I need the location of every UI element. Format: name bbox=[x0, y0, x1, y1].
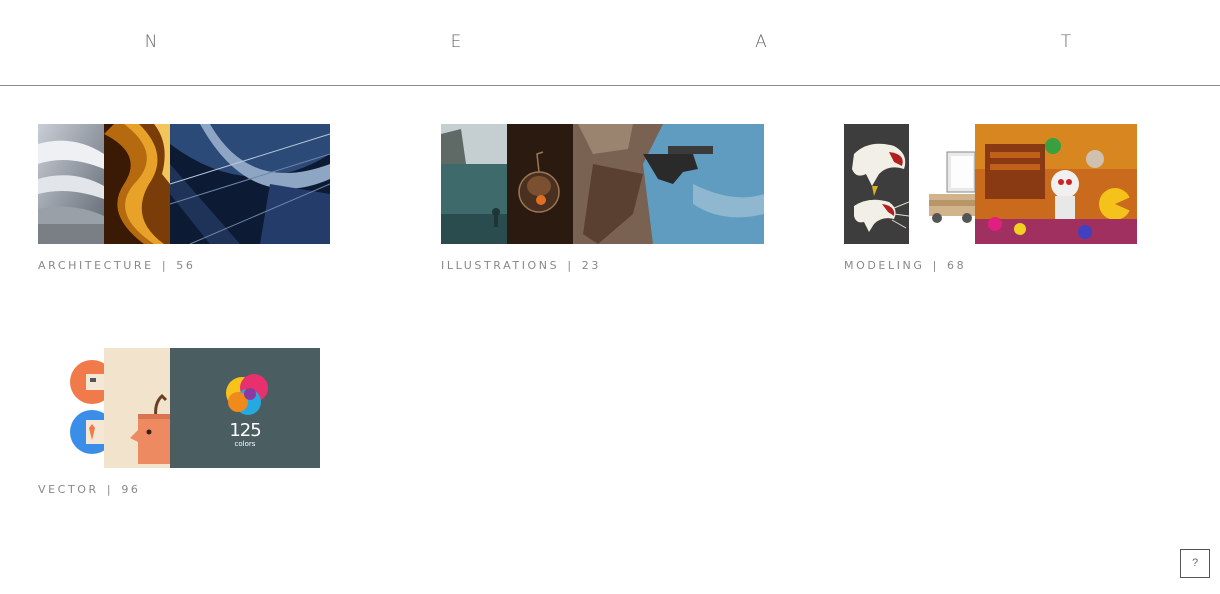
thumbnail-image[interactable] bbox=[170, 124, 330, 244]
thumbnail-image[interactable] bbox=[38, 124, 104, 244]
category-caption[interactable]: ILLUSTRATIONS | 23 bbox=[441, 259, 601, 272]
category-caption[interactable]: MODELING | 68 bbox=[844, 259, 966, 272]
thumbnail-image[interactable] bbox=[975, 124, 1137, 244]
thumbnail-image[interactable] bbox=[104, 124, 170, 244]
category-name[interactable]: ARCHITECTURE bbox=[38, 259, 154, 272]
page: N E A T ARCHITECTURE | 56 ILLUSTRATIONS … bbox=[0, 0, 1220, 594]
caption-separator: | bbox=[567, 259, 574, 272]
category-count: 56 bbox=[176, 259, 196, 272]
thumbnail-strip[interactable]: 125 colors bbox=[38, 348, 320, 468]
category-name[interactable]: ILLUSTRATIONS bbox=[441, 259, 559, 272]
category-count: 68 bbox=[947, 259, 967, 272]
thumbnail-strip[interactable] bbox=[38, 124, 330, 244]
category-name[interactable]: VECTOR bbox=[38, 483, 99, 496]
thumbnail-image[interactable] bbox=[38, 348, 104, 468]
category-count: 23 bbox=[581, 259, 601, 272]
category-caption[interactable]: ARCHITECTURE | 56 bbox=[38, 259, 195, 272]
thumbnail-image[interactable] bbox=[441, 124, 507, 244]
thumbnail-strip[interactable] bbox=[844, 124, 1137, 244]
category-card-illustrations[interactable]: ILLUSTRATIONS | 23 bbox=[441, 124, 764, 272]
logo-letter-a[interactable]: A bbox=[751, 32, 771, 52]
category-caption[interactable]: VECTOR | 96 bbox=[38, 483, 141, 496]
logo-letter-e[interactable]: E bbox=[446, 32, 466, 52]
logo-letter-t[interactable]: T bbox=[1056, 32, 1076, 52]
category-card-architecture[interactable]: ARCHITECTURE | 56 bbox=[38, 124, 330, 272]
thumbnail-image[interactable] bbox=[844, 124, 909, 244]
category-card-modeling[interactable]: MODELING | 68 bbox=[844, 124, 1137, 272]
thumbnail-image[interactable] bbox=[573, 124, 764, 244]
category-name[interactable]: MODELING bbox=[844, 259, 925, 272]
caption-separator: | bbox=[161, 259, 169, 272]
site-header: N E A T bbox=[0, 0, 1220, 86]
thumbnail-image[interactable] bbox=[104, 348, 170, 468]
vector-thumb-word: colors bbox=[234, 440, 256, 448]
thumbnail-image[interactable]: 125 colors bbox=[170, 348, 320, 468]
caption-separator: | bbox=[106, 483, 114, 496]
vector-thumb-number: 125 bbox=[229, 420, 261, 441]
thumbnail-strip[interactable] bbox=[441, 124, 764, 244]
help-button[interactable]: ? bbox=[1180, 549, 1210, 578]
caption-separator: | bbox=[932, 259, 939, 272]
thumbnail-image[interactable] bbox=[909, 124, 975, 244]
category-count: 96 bbox=[121, 483, 141, 496]
logo-letter-n[interactable]: N bbox=[141, 32, 161, 52]
category-card-vector[interactable]: 125 colors VECTOR | 96 bbox=[38, 348, 320, 496]
thumbnail-image[interactable] bbox=[507, 124, 573, 244]
